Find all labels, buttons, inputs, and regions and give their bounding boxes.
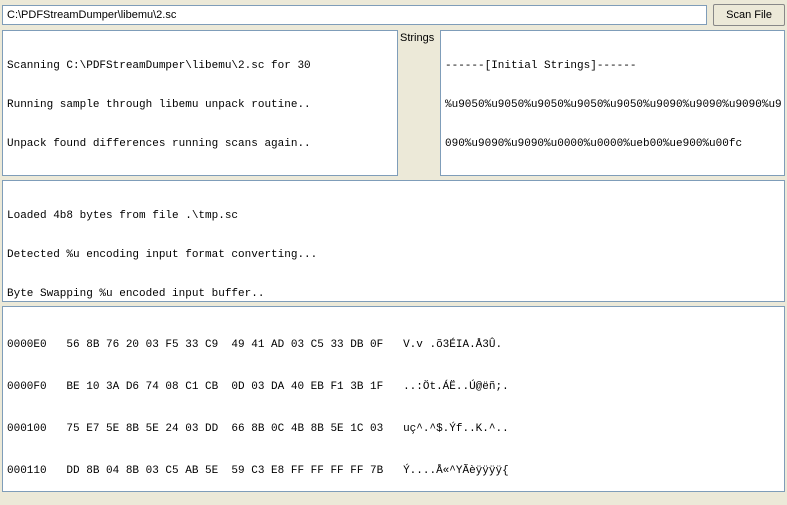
scan-file-button[interactable]: Scan File: [713, 4, 785, 26]
log-line: Loaded 4b8 bytes from file .\tmp.sc: [7, 210, 780, 223]
path-input[interactable]: [2, 5, 707, 25]
scan-line: Running sample through libemu unpack rou…: [7, 99, 393, 112]
log-line: Byte Swapping %u encoded input buffer..: [7, 288, 780, 301]
hex-row: 000100 75 E7 5E 8B 5E 24 03 DD 66 8B 0C …: [7, 422, 780, 436]
log-pane[interactable]: Loaded 4b8 bytes from file .\tmp.sc Dete…: [2, 180, 785, 302]
hex-dump-pane[interactable]: 0000E0 56 8B 76 20 03 F5 33 C9 49 41 AD …: [2, 306, 785, 492]
hex-row: 000110 DD 8B 04 8B 03 C5 AB 5E 59 C3 E8 …: [7, 464, 780, 478]
strings-line: 090%u9090%u9090%u0000%u0000%ueb00%ue900%…: [445, 138, 780, 151]
strings-line: ------[Initial Strings]------: [445, 60, 780, 73]
strings-label: Strings: [400, 30, 438, 176]
hex-row: 0000E0 56 8B 76 20 03 F5 33 C9 49 41 AD …: [7, 338, 780, 352]
strings-line: %u9050%u9050%u9050%u9050%u9050%u9090%u90…: [445, 99, 780, 112]
hex-row: 0000F0 BE 10 3A D6 74 08 C1 CB 0D 03 DA …: [7, 380, 780, 394]
log-line: Detected %u encoding input format conver…: [7, 249, 780, 262]
scan-output-pane[interactable]: Scanning C:\PDFStreamDumper\libemu\2.sc …: [2, 30, 398, 176]
scan-line: Unpack found differences running scans a…: [7, 138, 393, 151]
strings-pane[interactable]: ------[Initial Strings]------ %u9050%u90…: [440, 30, 785, 176]
scan-line: Scanning C:\PDFStreamDumper\libemu\2.sc …: [7, 60, 393, 73]
